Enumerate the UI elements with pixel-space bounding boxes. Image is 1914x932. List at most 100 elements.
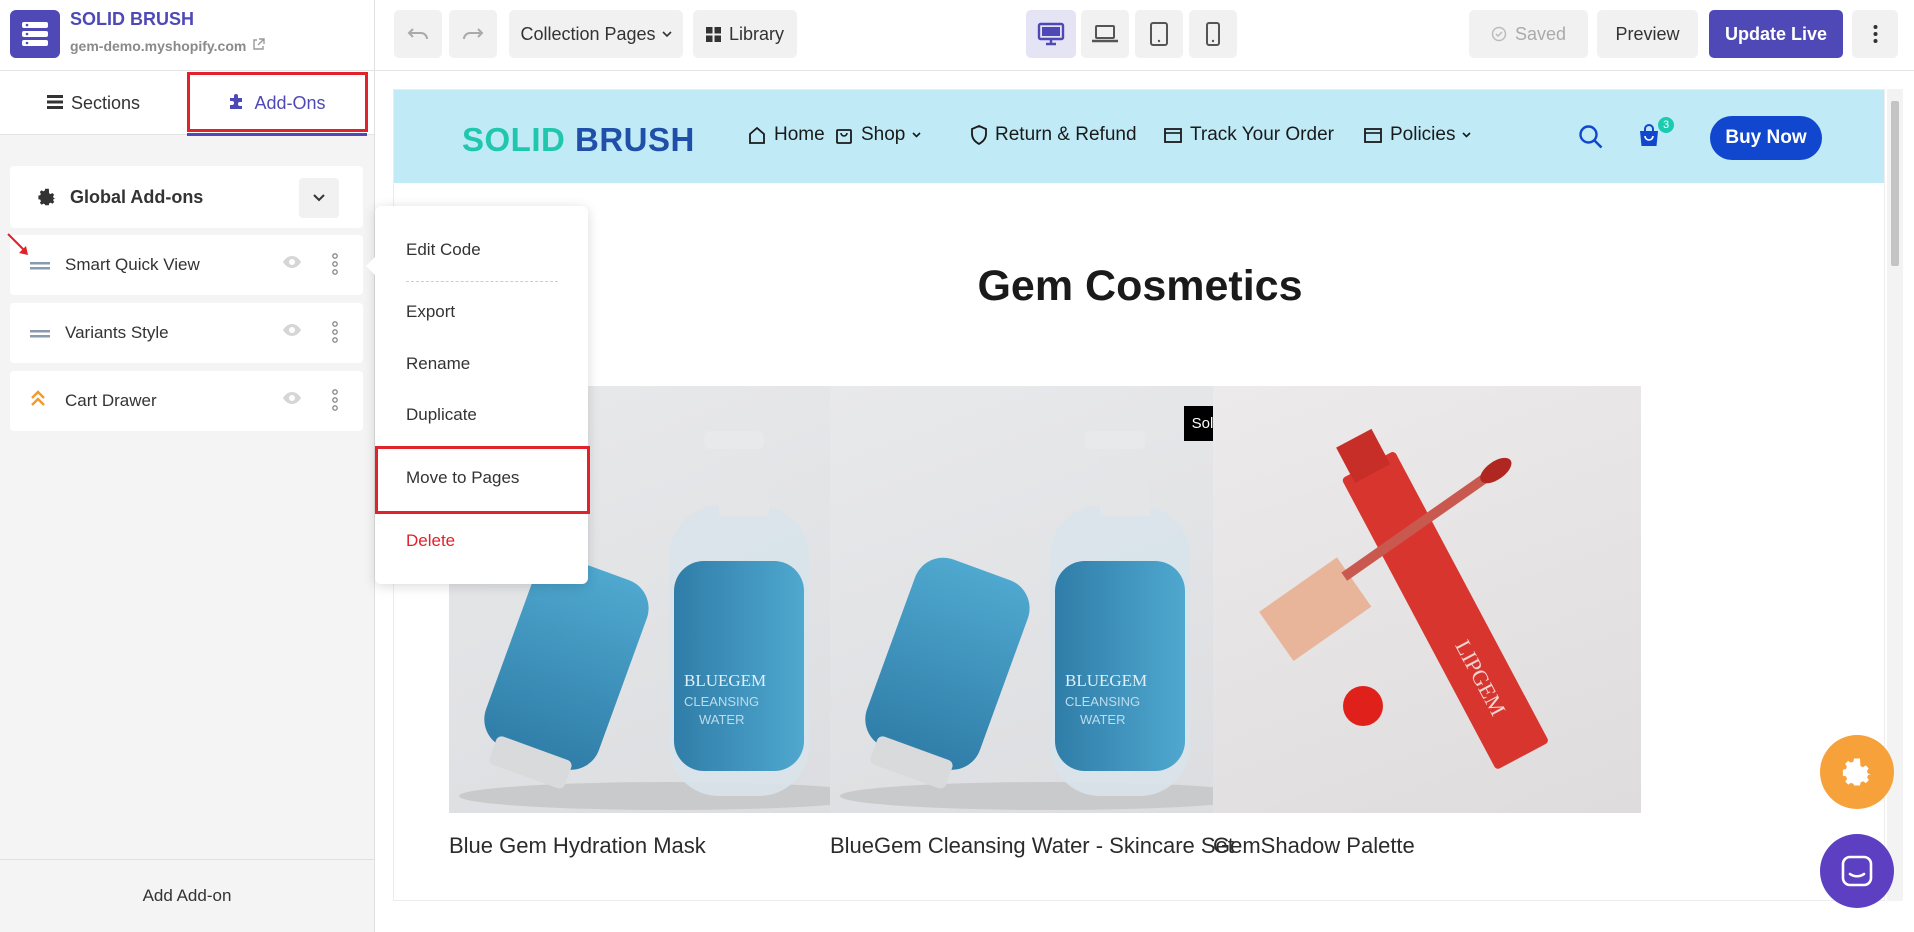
preview-canvas: SOLID BRUSH Home Shop Return & Refund Tr… [375,71,1914,932]
menu-item-edit-code[interactable]: Edit Code [406,240,481,260]
more-options-icon[interactable] [332,389,338,416]
nav-home-label: Home [774,124,825,145]
external-link-icon [252,38,266,54]
more-options-icon[interactable] [332,321,338,348]
addon-item-variants-style[interactable]: Variants Style [10,303,363,363]
panel-tabs: Sections Add-Ons [0,71,374,136]
box-icon [1364,128,1382,143]
nav-policies-label: Policies [1390,124,1456,145]
redo-button[interactable] [449,10,497,58]
nav-return-refund[interactable]: Return & Refund [970,124,1137,146]
laptop-view-button[interactable] [1081,10,1129,58]
more-options-icon[interactable] [332,253,338,280]
addon-name: Variants Style [65,323,169,342]
storefront-frame: SOLID BRUSH Home Shop Return & Refund Tr… [393,89,1885,901]
store-domain: gem-demo.myshopify.com [70,38,247,54]
nav-policies[interactable]: Policies [1363,124,1472,146]
library-button[interactable]: Library [693,10,797,58]
logo-part2: BRUSH [575,121,695,158]
nav-track-order[interactable]: Track Your Order [1163,124,1334,146]
menu-item-move-to-pages[interactable]: Move to Pages [406,468,519,488]
product-image[interactable]: BLUEGEM CLEANSING WATER Sold Out [830,386,1258,813]
redo-icon [463,28,484,40]
store-domain-link[interactable]: gem-demo.myshopify.com [70,38,266,54]
global-addons-header[interactable]: Global Add-ons [10,166,363,228]
menu-item-export[interactable]: Export [406,302,455,322]
page-type-select[interactable]: Collection Pages [509,10,683,58]
logo-part1: SOLID [462,121,566,158]
settings-fab[interactable] [1820,735,1894,809]
menu-item-rename[interactable]: Rename [406,354,470,374]
product-name[interactable]: BlueGem Cleansing Water - Skincare Set [830,831,1258,861]
menu-item-delete[interactable]: Delete [406,531,455,551]
tab-addons[interactable]: Add-Ons [187,71,367,136]
menu-divider [406,281,558,282]
addon-item-cart-drawer[interactable]: Cart Drawer [10,371,363,431]
svg-text:BLUEGEM: BLUEGEM [684,671,766,690]
chevron-down-icon [1462,132,1472,138]
library-label: Library [728,23,785,44]
desktop-view-button[interactable] [1026,10,1076,58]
eye-icon[interactable] [282,323,302,342]
preview-button[interactable]: Preview [1597,10,1698,58]
eye-icon[interactable] [282,255,302,274]
desktop-icon [1037,22,1065,46]
tab-addons-label: Add-Ons [254,92,326,113]
store-name: SOLID BRUSH [70,9,195,29]
tablet-icon [1150,22,1168,46]
svg-text:CLEANSING: CLEANSING [684,694,759,709]
add-addon-button[interactable]: Add Add-on [0,859,374,932]
buy-now-button[interactable]: Buy Now [1710,116,1822,160]
cart-icon[interactable] [1637,124,1661,153]
app-menu-icon[interactable] [10,10,60,58]
nav-shop-label: Shop [861,124,906,145]
menu-item-duplicate[interactable]: Duplicate [406,405,477,425]
collapse-toggle[interactable] [299,178,339,218]
update-live-button[interactable]: Update Live [1709,10,1843,58]
drag-handle-icon[interactable] [30,258,50,276]
red-arrow-annotation [6,232,32,263]
scrollbar-thumb[interactable] [1891,101,1899,266]
svg-text:BLUEGEM: BLUEGEM [1065,671,1147,690]
product-card[interactable]: BLUEGEM CLEANSING WATER Sold Out BlueGem… [830,386,1258,861]
left-panel: SOLID BRUSH gem-demo.myshopify.com Secti… [0,0,375,932]
undo-icon [407,28,428,40]
top-toolbar: Collection Pages Library Saved Preview U… [375,0,1914,71]
vertical-dots-icon [1873,25,1877,43]
chat-icon [1841,855,1873,887]
undo-button[interactable] [394,10,442,58]
chevron-down-icon [912,132,921,138]
collection-title: Gem Cosmetics [977,262,1303,310]
search-icon[interactable] [1578,124,1604,155]
product-card[interactable]: LIPGEM GemShadow Palette [1213,386,1641,861]
nav-shop[interactable]: Shop [834,124,921,146]
drag-handle-icon[interactable] [30,326,50,344]
mobile-icon [1206,22,1220,46]
home-icon [749,126,765,144]
saved-button[interactable]: Saved [1469,10,1588,58]
chevron-down-icon [661,30,672,37]
chat-fab[interactable] [1820,834,1894,908]
addon-item-smart-quick-view[interactable]: Smart Quick View [10,235,363,295]
product-image[interactable]: LIPGEM [1213,386,1641,813]
nav-track-label: Track Your Order [1190,124,1334,145]
store-logo[interactable]: SOLID BRUSH [462,121,695,159]
grid-icon [705,26,721,42]
tablet-view-button[interactable] [1135,10,1183,58]
more-menu-button[interactable] [1852,10,1898,58]
store-header: SOLID BRUSH Home Shop Return & Refund Tr… [394,90,1884,183]
nav-home[interactable]: Home [747,124,825,146]
double-chevron-up-icon [30,389,46,412]
mobile-view-button[interactable] [1189,10,1237,58]
shield-icon [971,125,987,145]
gear-icon [36,186,58,213]
eye-icon[interactable] [282,391,302,410]
product-name[interactable]: GemShadow Palette [1213,831,1641,861]
tab-sections[interactable]: Sections [0,71,187,135]
tab-sections-label: Sections [70,92,141,113]
brand-header: SOLID BRUSH gem-demo.myshopify.com [0,0,374,71]
list-icon [46,93,63,114]
product-name[interactable]: Blue Gem Hydration Mask [449,831,877,861]
chevron-down-icon [313,194,325,202]
addon-context-menu: Edit Code Export Rename Duplicate Move t… [366,206,588,584]
